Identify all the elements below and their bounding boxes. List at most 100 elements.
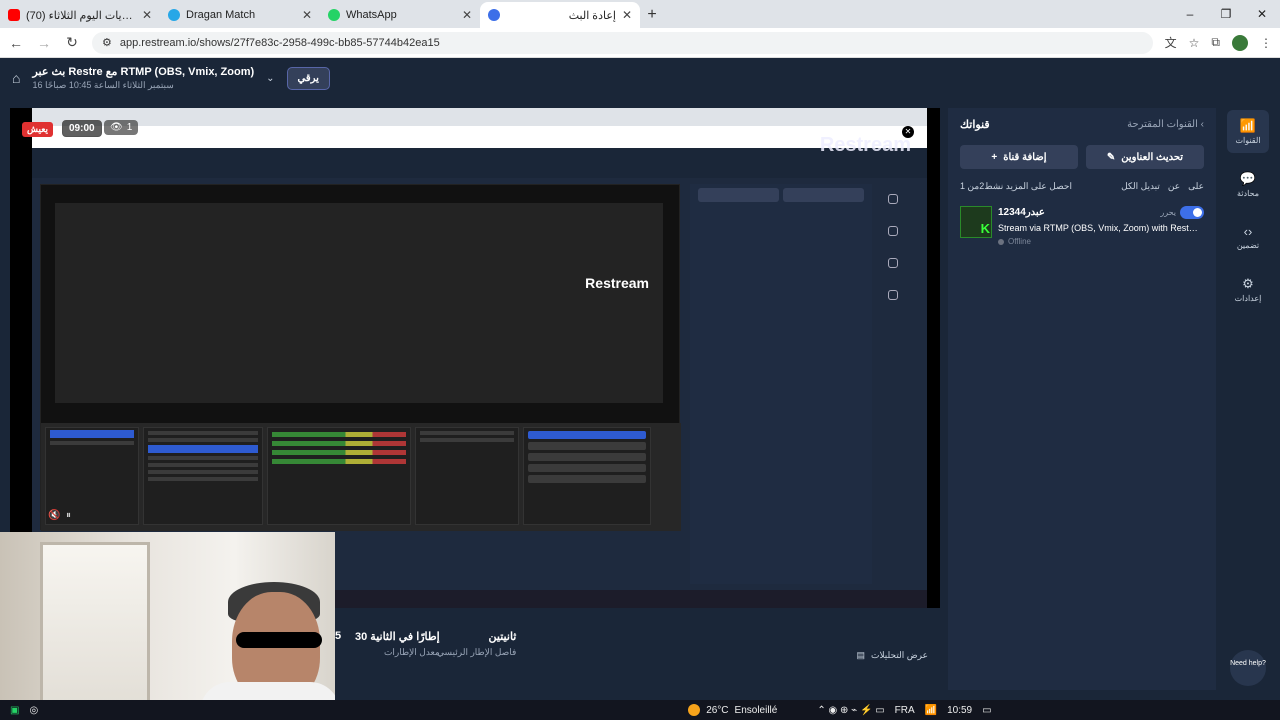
chevron-left-icon: ‹ [1200,119,1204,130]
url-field[interactable]: ⚙ app.restream.io/shows/27f7e83c-2958-49… [92,31,1153,54]
stream-stats: 5 30 إطارًا في الثانية معدل الإطارات ثان… [335,618,940,688]
suggested-channels-link[interactable]: القنوات المقترحة ‹ [1127,119,1204,130]
app-icon[interactable]: ◎ [29,705,38,716]
channel-edit: يحرر [1160,206,1204,219]
close-icon[interactable]: ✕ [142,8,152,22]
shared-app-header [32,148,927,178]
edit-link[interactable]: يحرر [1160,208,1176,217]
profile-avatar[interactable] [1232,34,1248,51]
stat-label: معدل الإطارات [383,647,440,657]
sun-icon [688,704,701,716]
browser-tab-telegram[interactable]: Dragan Match ✕ [160,2,320,28]
sidebar-label: إعدادات [1234,294,1262,303]
restream-watermark: Restream [819,134,911,156]
live-badge: يعيش [22,122,54,137]
browser-tab-restream[interactable]: إعادة البث ✕ [480,2,640,28]
status-text: Offline [1008,237,1031,246]
close-icon[interactable]: ✕ [302,8,312,22]
mute-icon[interactable]: 🔇 [48,510,60,521]
sidebar-item-embed[interactable]: ‹› تضمين [1227,216,1269,258]
sidebar-item-chat[interactable]: 💬 محادثة [1227,163,1269,206]
sidebar-label: القنوات [1235,136,1261,145]
need-help-button[interactable]: Need help? [1230,650,1266,686]
temperature: 26°C [706,704,729,716]
obs-sources-panel [143,427,263,525]
obs-docks [41,423,681,531]
channel-toggle[interactable] [1180,206,1204,219]
site-info-icon[interactable]: ⚙ [102,36,112,49]
channels-panel: قنواتك القنوات المقترحة ‹ + إضافة قناة ✎… [948,108,1216,690]
code-icon: ‹› [1243,224,1253,239]
stat-value: 30 إطارًا في الثانية [355,631,440,643]
sidebar-item-channels[interactable]: 📶 القنوات [1227,110,1269,153]
show-title[interactable]: بث عبر Restre مع RTMP (OBS, Vmix, Zoom) [32,65,254,78]
gear-icon: ⚙ [1242,276,1254,291]
wifi-icon[interactable]: 📶 [925,705,937,716]
back-icon[interactable]: ← [8,35,24,51]
close-window-button[interactable]: ✕ [1244,0,1280,28]
reload-icon[interactable]: ↻ [64,34,80,51]
status-dot-icon [998,238,1004,245]
home-icon[interactable]: ⌂ [12,70,20,86]
viewer-count: 👁 1 [104,120,139,135]
obs-audio-mixer [267,427,411,525]
channels-count[interactable]: احصل على المزيد نشط2من 1 [960,181,1072,192]
add-channel-button[interactable]: + إضافة قناة [960,145,1078,169]
app-icon[interactable]: ▣ [10,705,19,716]
weather-widget[interactable]: 26°C Ensoleillé [688,704,777,716]
update-titles-button[interactable]: ✎ تحديث العناوين [1086,145,1204,169]
menu-icon[interactable]: ⋮ [1260,36,1272,50]
bookmark-star-icon[interactable]: ☆ [1189,36,1200,50]
sidebar-item-settings[interactable]: ⚙ إعدادات [1227,268,1269,311]
telegram-icon [168,9,180,21]
translate-icon[interactable]: 文 [1165,34,1177,51]
shared-addressbar [32,126,927,148]
obs-scene-transitions [415,427,519,525]
channel-avatar-letter: K [980,221,990,236]
close-icon[interactable]: ✕ [622,8,632,22]
browser-tabbar: (70) توقعات مباريات اليوم الثلاثاء ✕ Dra… [0,0,1280,28]
forward-icon[interactable]: → [36,35,52,51]
language-indicator[interactable]: FRA [895,705,915,716]
address-bar: ← → ↻ ⚙ app.restream.io/shows/27f7e83c-2… [0,28,1280,58]
on-link[interactable]: على [1188,181,1204,192]
maximize-button[interactable]: ❐ [1208,0,1244,28]
viewer-count-value: 1 [126,122,133,133]
url-text: app.restream.io/shows/27f7e83c-2958-499c… [119,36,440,49]
clock[interactable]: 10:59 [947,705,972,716]
close-overlay-icon[interactable]: ✕ [902,126,914,138]
os-taskbar: ▣ ◎ 26°C Ensoleillé ⌃ ◉ ⊕ ⌁ ⚡ ▭ FRA 📶 10… [0,700,1280,720]
tray-icons[interactable]: ⌃ ◉ ⊕ ⌁ ⚡ ▭ [817,705,884,716]
chat-icon: 💬 [1239,171,1257,186]
channel-item[interactable]: K عبدر12344 يحرر Stream via RTMP (OBS, V… [948,200,1216,252]
obs-preview [55,203,663,403]
chevron-down-icon[interactable]: ⌄ [266,73,274,84]
browser-tab-whatsapp[interactable]: WhatsApp ✕ [320,2,480,28]
minimize-button[interactable]: – [1172,0,1208,28]
toggle-links: تبديل الكل عن على [1121,181,1204,192]
youtube-icon [8,9,20,21]
pause-icon[interactable]: ⏸ [66,510,71,521]
new-tab-button[interactable]: + [640,2,664,28]
extensions-icon[interactable]: ⧉ [1211,35,1220,50]
webcam-overlay [0,532,335,720]
stat-value: ثانيتين [488,631,517,643]
toggle-all-link[interactable]: تبديل الكل [1121,181,1160,192]
off-link[interactable]: عن [1168,181,1180,192]
channel-description: Stream via RTMP (OBS, Vmix, Zoom) with R… [998,223,1198,233]
sidebar-label: محادثة [1237,189,1259,198]
notification-icon[interactable]: ▭ [982,705,991,716]
shared-channels-panel [690,184,872,584]
show-date: 16 سبتمبر الثلاثاء الساعة 10:45 صباحًا [32,80,174,90]
go-live-button[interactable]: يرقي [286,66,330,90]
plus-icon: + [991,151,998,163]
channels-header: قنواتك القنوات المقترحة ‹ [948,108,1216,141]
analytics-label: عرض التحليلات [870,650,928,660]
close-icon[interactable]: ✕ [462,8,472,22]
obs-controls [523,427,651,525]
inner-restream-watermark: Restream [585,275,649,291]
tab-title: إعادة البث [568,9,616,22]
broadcast-icon: 📶 [1239,118,1257,133]
view-analytics-link[interactable]: ▤ عرض التحليلات [856,650,928,661]
browser-tab-youtube[interactable]: (70) توقعات مباريات اليوم الثلاثاء ✕ [0,2,160,28]
